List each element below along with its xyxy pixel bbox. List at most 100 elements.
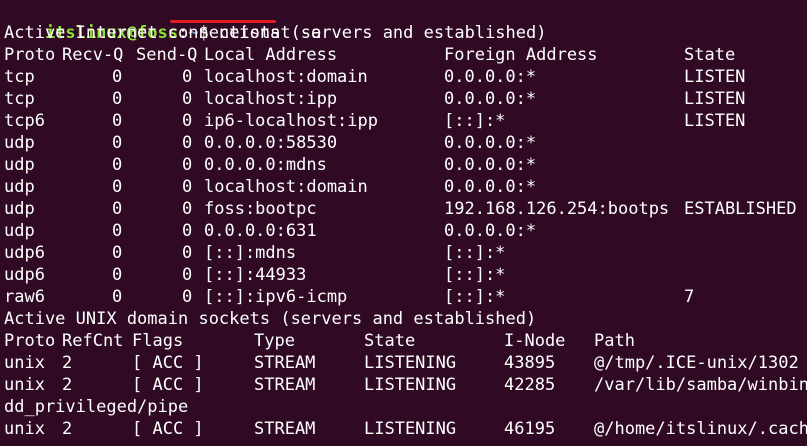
- unix-socket-row: unix 2 [ ACC ] STREAM LISTENING 43895 @/…: [4, 352, 807, 374]
- inet-local-address: [::]:44933: [204, 265, 307, 285]
- header-recvq: Recv-Q: [62, 45, 124, 65]
- inet-state: LISTEN: [684, 111, 746, 131]
- inet-local-address: localhost:domain: [204, 177, 368, 197]
- unix-proto: unix: [4, 375, 45, 395]
- unix-flags: [ ACC ]: [132, 375, 204, 395]
- inet-sendq: 0: [182, 265, 193, 285]
- unix-refcnt: 2: [62, 419, 73, 439]
- inet-sendq: 0: [182, 67, 193, 87]
- inet-recvq: 0: [112, 287, 123, 307]
- inet-foreign-address: 0.0.0.0:*: [444, 133, 537, 153]
- inet-foreign-address: 0.0.0.0:*: [444, 177, 537, 197]
- inet-connection-row: udp 0 0 localhost:domain 0.0.0.0:*: [4, 176, 807, 198]
- inet-proto: tcp: [4, 89, 35, 109]
- inet-proto: udp6: [4, 243, 45, 263]
- inet-connection-row: tcp6 0 0 ip6-localhost:ipp [::]:* LISTEN: [4, 110, 807, 132]
- header-path: Path: [594, 331, 635, 351]
- inet-proto: raw6: [4, 287, 45, 307]
- inet-proto: tcp6: [4, 111, 45, 131]
- inet-foreign-address: 192.168.126.254:bootps: [444, 199, 670, 219]
- inet-local-address: [::]:mdns: [204, 243, 297, 263]
- inet-recvq: 0: [112, 221, 123, 241]
- unix-inode: 42285: [504, 375, 556, 395]
- header-refcnt: RefCnt: [62, 331, 124, 351]
- inet-header-row: Proto Recv-Q Send-Q Local Address Foreig…: [4, 44, 807, 66]
- inet-foreign-address: 0.0.0.0:*: [444, 155, 537, 175]
- inet-sendq: 0: [182, 155, 193, 175]
- inet-proto: tcp: [4, 67, 35, 87]
- inet-foreign-address: 0.0.0.0:*: [444, 67, 537, 87]
- header-unix-proto: Proto: [4, 331, 56, 351]
- inet-state: LISTEN: [684, 89, 746, 109]
- prompt-line: itslinux@foss:~$ netstat -a: [4, 0, 807, 43]
- header-inode: I-Node: [504, 331, 566, 351]
- inet-sendq: 0: [182, 243, 193, 263]
- unix-inode: 43895: [504, 353, 556, 373]
- inet-proto: udp: [4, 199, 35, 219]
- inet-foreign-address: [::]:*: [444, 287, 506, 307]
- inet-heading: Active Internet connections (servers and…: [4, 23, 547, 43]
- inet-local-address: localhost:domain: [204, 67, 368, 87]
- wrapped-path-continuation: dd_privileged/pipe: [4, 397, 189, 417]
- inet-connection-row: udp6 0 0 [::]:44933 [::]:*: [4, 264, 807, 286]
- inet-local-address: [::]:ipv6-icmp: [204, 287, 348, 307]
- unix-type: STREAM: [254, 375, 316, 395]
- unix-proto: unix: [4, 419, 45, 439]
- inet-connection-row: udp 0 0 0.0.0.0:58530 0.0.0.0:*: [4, 132, 807, 154]
- inet-local-address: ip6-localhost:ipp: [204, 111, 378, 131]
- inet-local-address: 0.0.0.0:mdns: [204, 155, 327, 175]
- unix-type: STREAM: [254, 419, 316, 439]
- inet-recvq: 0: [112, 89, 123, 109]
- inet-connection-row: raw6 0 0 [::]:ipv6-icmp [::]:* 7: [4, 286, 807, 308]
- inet-foreign-address: [::]:*: [444, 243, 506, 263]
- unix-path: @/tmp/.ICE-unix/1302: [594, 353, 799, 373]
- inet-state: LISTEN: [684, 67, 746, 87]
- inet-local-address: 0.0.0.0:631: [204, 221, 317, 241]
- header-state: State: [684, 45, 736, 65]
- inet-recvq: 0: [112, 265, 123, 285]
- inet-sendq: 0: [182, 111, 193, 131]
- unix-type: STREAM: [254, 353, 316, 373]
- header-unix-state: State: [364, 331, 416, 351]
- header-local-address: Local Address: [204, 45, 338, 65]
- inet-recvq: 0: [112, 199, 123, 219]
- inet-state: ESTABLISHED: [684, 199, 797, 219]
- inet-sendq: 0: [182, 89, 193, 109]
- inet-recvq: 0: [112, 67, 123, 87]
- inet-local-address: 0.0.0.0:58530: [204, 133, 338, 153]
- unix-flags: [ ACC ]: [132, 353, 204, 373]
- unix-state: LISTENING: [364, 353, 457, 373]
- header-proto: Proto: [4, 45, 56, 65]
- inet-connection-row: udp 0 0 0.0.0.0:mdns 0.0.0.0:*: [4, 154, 807, 176]
- inet-foreign-address: [::]:*: [444, 111, 506, 131]
- inet-sendq: 0: [182, 287, 193, 307]
- inet-sendq: 0: [182, 133, 193, 153]
- inet-connection-row: tcp 0 0 localhost:domain 0.0.0.0:* LISTEN: [4, 66, 807, 88]
- inet-sendq: 0: [182, 221, 193, 241]
- inet-connection-row: udp 0 0 foss:bootpc 192.168.126.254:bootps ES…: [4, 198, 807, 220]
- unix-state: LISTENING: [364, 419, 457, 439]
- header-sendq: Send-Q: [136, 45, 198, 65]
- inet-local-address: localhost:ipp: [204, 89, 338, 109]
- inet-recvq: 0: [112, 133, 123, 153]
- unix-header-row: Proto RefCnt Flags Type State I-Node Pat…: [4, 330, 807, 352]
- unix-refcnt: 2: [62, 375, 73, 395]
- inet-recvq: 0: [112, 155, 123, 175]
- header-foreign-address: Foreign Address: [444, 45, 598, 65]
- inet-foreign-address: 0.0.0.0:*: [444, 221, 537, 241]
- inet-connection-row: tcp 0 0 localhost:ipp 0.0.0.0:* LISTEN: [4, 88, 807, 110]
- header-type: Type: [254, 331, 295, 351]
- terminal-window[interactable]: itslinux@foss:~$ netstat -a Active Inter…: [0, 0, 807, 446]
- unix-state: LISTENING: [364, 375, 457, 395]
- unix-path: /var/lib/samba/winbin: [594, 375, 807, 395]
- inet-sendq: 0: [182, 199, 193, 219]
- inet-connection-row: udp6 0 0 [::]:mdns [::]:*: [4, 242, 807, 264]
- inet-recvq: 0: [112, 111, 123, 131]
- inet-proto: udp: [4, 155, 35, 175]
- inet-proto: udp6: [4, 265, 45, 285]
- inet-foreign-address: 0.0.0.0:*: [444, 89, 537, 109]
- inet-foreign-address: [::]:*: [444, 265, 506, 285]
- unix-socket-row: unix 2 [ ACC ] STREAM LISTENING 46195 @/…: [4, 418, 807, 440]
- inet-proto: udp: [4, 177, 35, 197]
- unix-proto: unix: [4, 353, 45, 373]
